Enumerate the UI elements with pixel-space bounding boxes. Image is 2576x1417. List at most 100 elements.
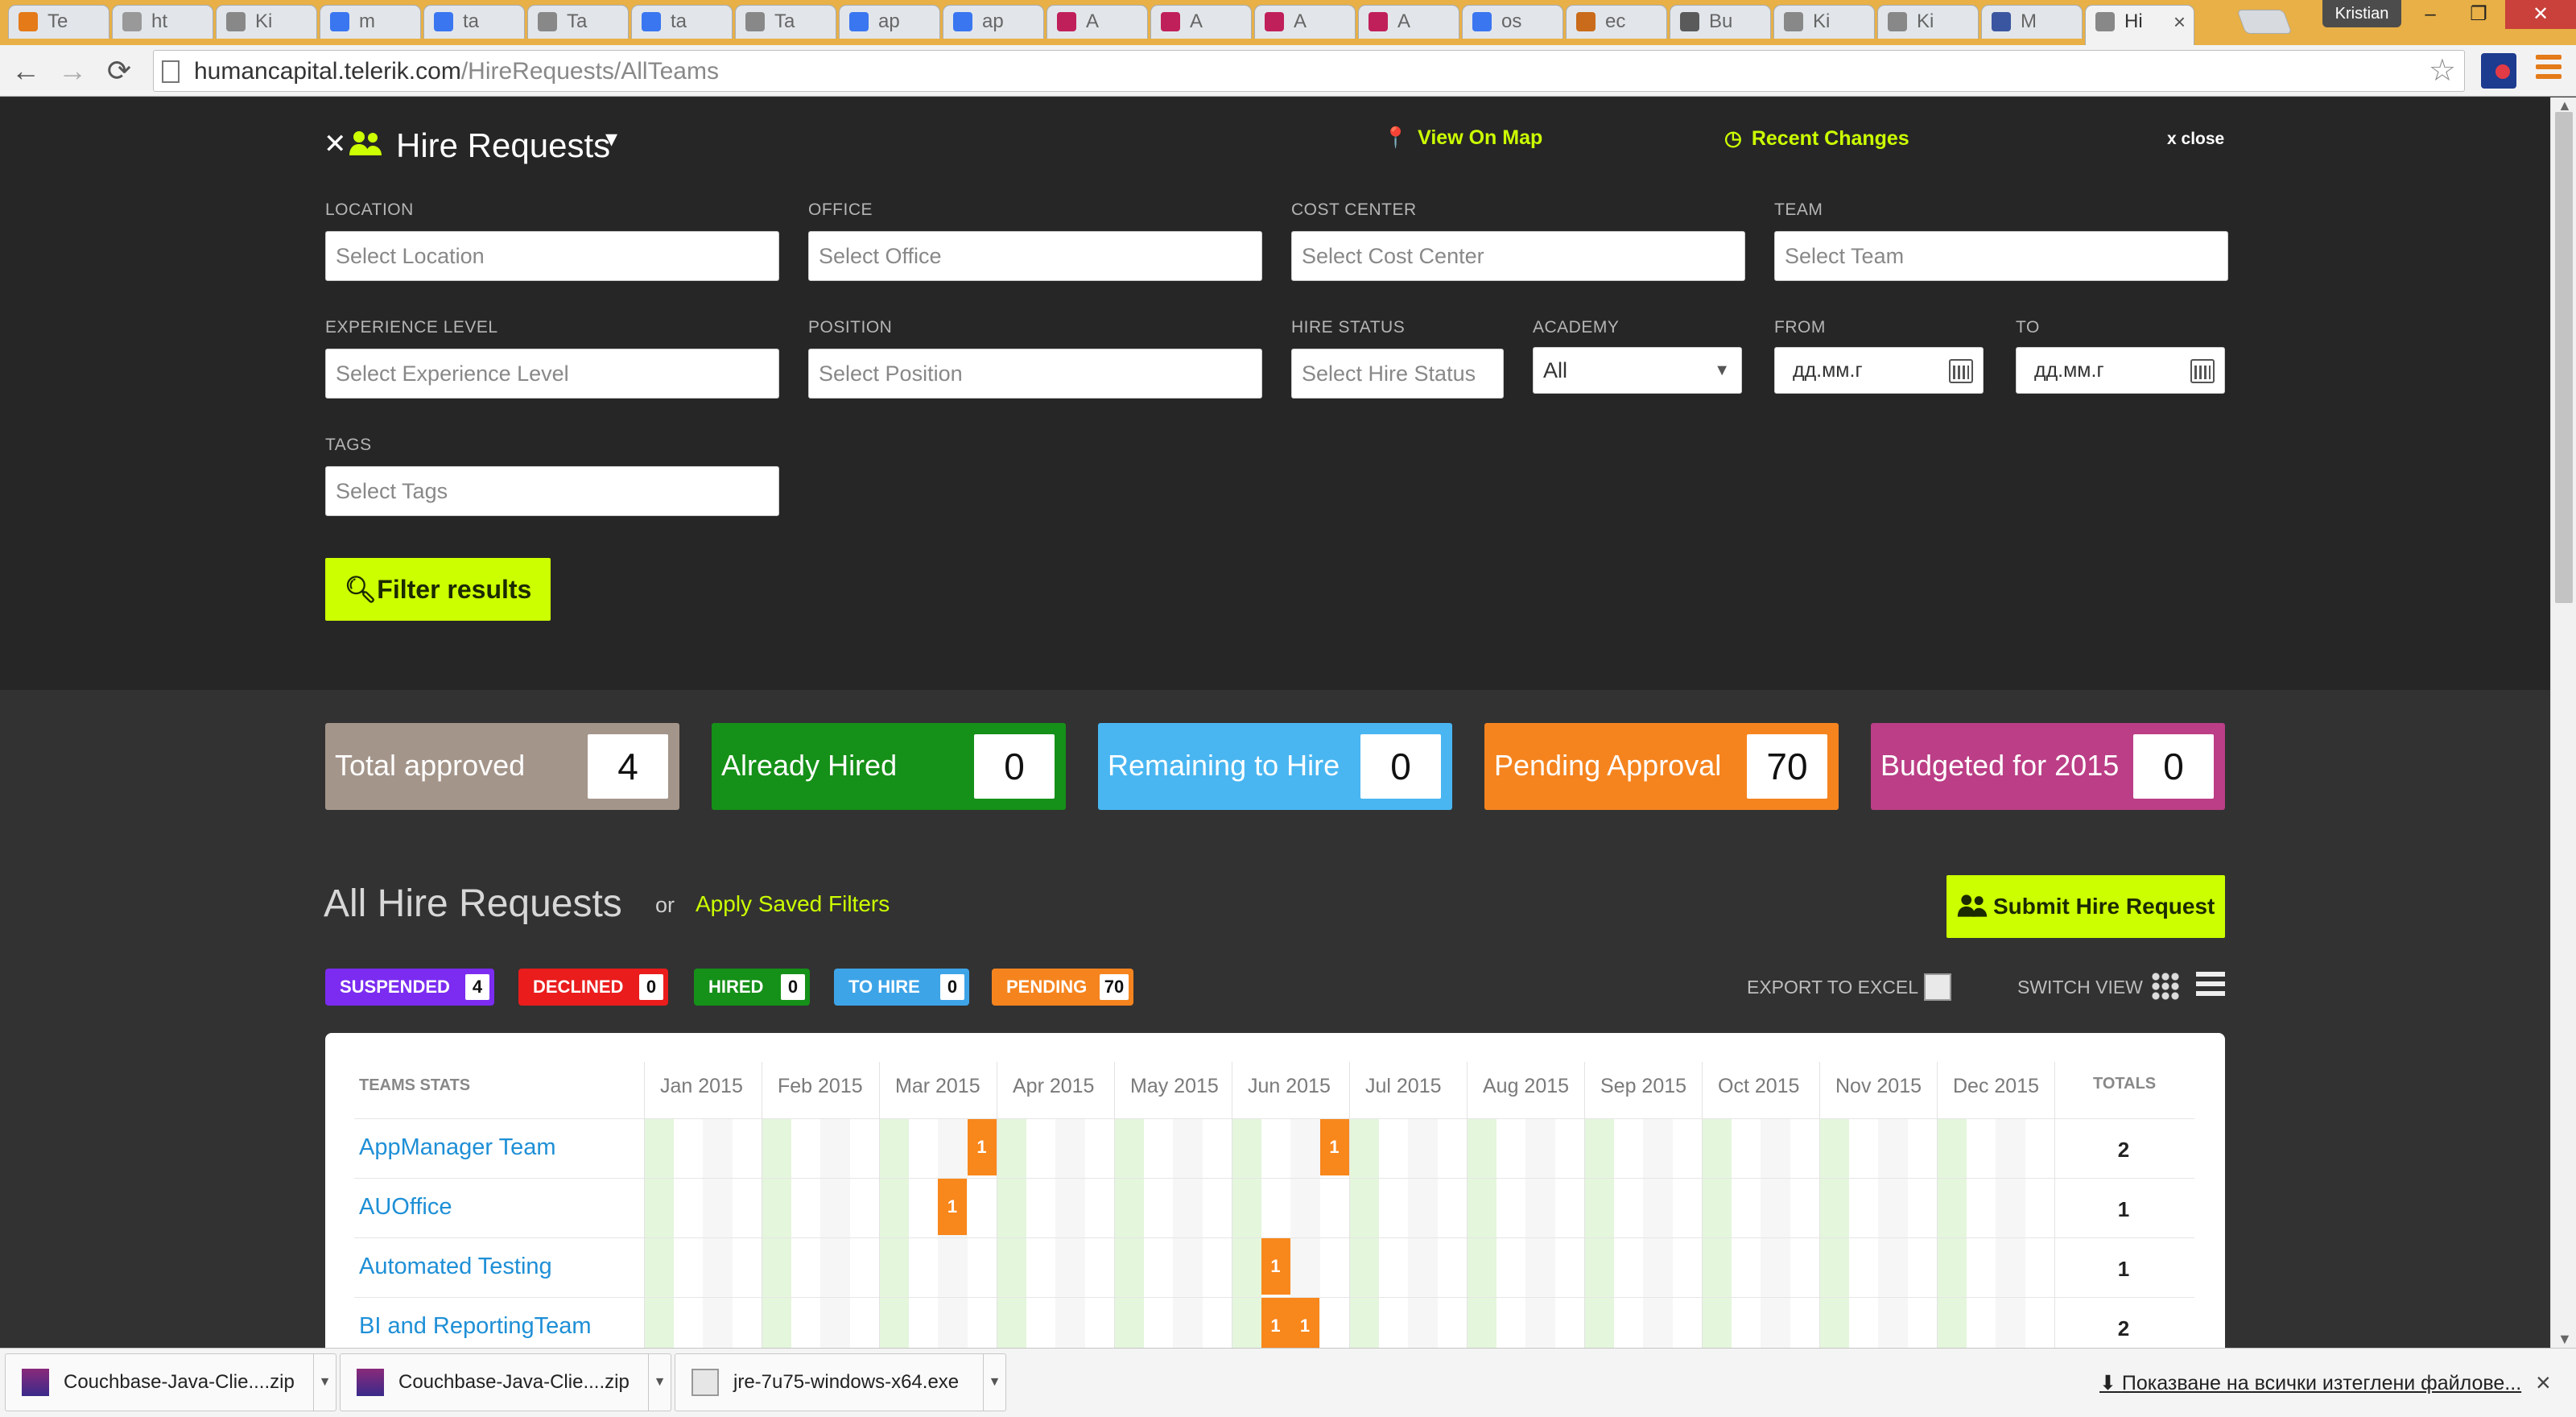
excel-icon[interactable] xyxy=(1924,973,1951,1001)
tags-select[interactable]: Select Tags xyxy=(325,466,779,516)
close-downloads-icon[interactable]: × xyxy=(2536,1368,2551,1398)
reload-button[interactable]: ⟳ xyxy=(101,53,137,89)
submit-hire-request-button[interactable]: Submit Hire Request xyxy=(1946,875,2225,938)
tab-title: A xyxy=(1086,10,1100,32)
minimize-button[interactable]: – xyxy=(2407,0,2454,29)
browser-tab[interactable]: A xyxy=(1046,5,1148,39)
tab-close-icon[interactable]: × xyxy=(2174,6,2186,38)
list-view-icon[interactable] xyxy=(2196,972,2225,1001)
browser-tab[interactable]: Te xyxy=(8,5,109,39)
position-select[interactable]: Select Position xyxy=(808,349,1262,399)
hire-request-marker[interactable]: 1 xyxy=(1290,1298,1319,1348)
browser-tab[interactable]: A xyxy=(1150,5,1252,39)
browser-tab[interactable]: Ki xyxy=(1877,5,1979,39)
from-date-input[interactable]: дд.мм.г xyxy=(1774,347,1984,394)
cost-center-select[interactable]: Select Cost Center xyxy=(1291,231,1745,281)
browser-tab[interactable]: Ta xyxy=(735,5,836,39)
address-bar[interactable]: humancapital.telerik.com/HireRequests/Al… xyxy=(153,50,2465,92)
hire-request-marker[interactable]: 1 xyxy=(1261,1238,1290,1295)
experience-select[interactable]: Select Experience Level xyxy=(325,349,779,399)
calendar-icon[interactable] xyxy=(2190,359,2215,383)
extension-icon[interactable] xyxy=(2481,53,2516,89)
browser-tab[interactable]: M xyxy=(1981,5,2083,39)
team-select[interactable]: Select Team xyxy=(1774,231,2228,281)
download-item[interactable]: jre-7u75-windows-x64.exe ▼ xyxy=(675,1353,1006,1411)
suspended-badge[interactable]: SUSPENDED 4 xyxy=(325,969,494,1006)
telerik-logo-icon: ✕ xyxy=(324,129,347,159)
browser-tab[interactable]: A xyxy=(1254,5,1356,39)
already-hired-card: Already Hired 0 xyxy=(712,723,1066,810)
download-item[interactable]: Couchbase-Java-Clie....zip ▼ xyxy=(340,1353,671,1411)
week-stripe xyxy=(1584,1118,1614,1348)
week-stripe xyxy=(820,1118,850,1348)
browser-tab[interactable]: A xyxy=(1358,5,1459,39)
team-link[interactable]: AppManager Team xyxy=(359,1134,556,1161)
download-item[interactable]: Couchbase-Java-Clie....zip ▼ xyxy=(5,1353,336,1411)
hired-badge[interactable]: HIRED 0 xyxy=(694,969,810,1006)
page-title[interactable]: Hire Requests xyxy=(396,126,610,165)
stat-label: Budgeted for 2015 xyxy=(1880,749,2120,782)
pending-badge[interactable]: PENDING 70 xyxy=(992,969,1133,1006)
browser-tab[interactable]: ta xyxy=(631,5,733,39)
browser-tab[interactable]: Ta xyxy=(527,5,629,39)
scroll-down-icon[interactable]: ▼ xyxy=(2557,1331,2572,1348)
badge-label: DECLINED xyxy=(533,977,624,997)
browser-tab[interactable]: ta xyxy=(423,5,525,39)
scroll-thumb[interactable] xyxy=(2555,112,2573,603)
maximize-button[interactable]: ❐ xyxy=(2455,0,2502,29)
browser-tab[interactable]: ap xyxy=(839,5,940,39)
declined-badge[interactable]: DECLINED 0 xyxy=(518,969,668,1006)
browser-tab[interactable]: os xyxy=(1462,5,1563,39)
show-all-downloads-link[interactable]: ⬇ Показване на всички изтеглени файлове.… xyxy=(2099,1371,2521,1395)
hire-request-marker[interactable]: 1 xyxy=(1261,1298,1290,1348)
grid-view-icon[interactable] xyxy=(2151,972,2180,1001)
title-dropdown-icon[interactable]: ▾ xyxy=(605,125,617,153)
hire-request-marker[interactable]: 1 xyxy=(967,1119,997,1175)
browser-tab[interactable]: m xyxy=(320,5,421,39)
hire-request-marker[interactable]: 1 xyxy=(938,1179,967,1235)
week-stripe xyxy=(1554,1118,1584,1348)
filter-results-button[interactable]: 🔍︎Filter results xyxy=(325,558,551,621)
apply-saved-filters-link[interactable]: Apply Saved Filters xyxy=(696,891,890,917)
stat-value: 0 xyxy=(974,734,1055,799)
team-link[interactable]: AUOffice xyxy=(359,1194,452,1221)
from-label: FROM xyxy=(1774,318,1826,337)
browser-menu-icon[interactable] xyxy=(2536,55,2562,85)
academy-select[interactable]: All ▼ xyxy=(1533,347,1742,394)
academy-label: ACADEMY xyxy=(1533,318,1620,337)
tab-favicon-icon xyxy=(1472,12,1492,31)
recent-changes-link[interactable]: ◷ Recent Changes xyxy=(1724,126,1909,151)
window-close-button[interactable]: ✕ xyxy=(2505,0,2576,29)
hire-status-select[interactable]: Select Hire Status xyxy=(1291,349,1504,399)
office-select[interactable]: Select Office xyxy=(808,231,1262,281)
browser-tab[interactable]: ec xyxy=(1566,5,1667,39)
chevron-down-icon[interactable]: ▼ xyxy=(313,1354,336,1411)
team-link[interactable]: Automated Testing xyxy=(359,1254,552,1280)
close-filters-link[interactable]: x close xyxy=(2167,130,2224,149)
export-to-excel-link[interactable]: EXPORT TO EXCEL xyxy=(1747,977,1918,998)
view-on-map-link[interactable]: 📍 View On Map xyxy=(1383,126,1542,150)
location-select[interactable]: Select Location xyxy=(325,231,779,281)
page-scrollbar[interactable]: ▲ ▼ xyxy=(2550,97,2576,1348)
team-link[interactable]: BI and ReportingTeam xyxy=(359,1313,592,1340)
browser-tab-active[interactable]: Hi × xyxy=(2085,5,2194,45)
to-date-input[interactable]: дд.мм.г xyxy=(2016,347,2225,394)
hire-request-marker[interactable]: 1 xyxy=(1319,1119,1349,1175)
month-header: Jan 2015 xyxy=(660,1075,743,1097)
browser-tab[interactable]: ap xyxy=(943,5,1044,39)
column-divider xyxy=(1349,1062,1350,1348)
to-hire-badge[interactable]: TO HIRE 0 xyxy=(834,969,969,1006)
bookmark-star-icon[interactable]: ☆ xyxy=(2429,52,2456,89)
forward-button[interactable]: → xyxy=(55,53,90,89)
calendar-icon[interactable] xyxy=(1949,359,1973,383)
browser-user-badge[interactable]: Kristian xyxy=(2322,0,2401,27)
chevron-down-icon[interactable]: ▼ xyxy=(648,1354,671,1411)
new-tab-button[interactable] xyxy=(2236,10,2293,34)
browser-tab[interactable]: Ki xyxy=(216,5,317,39)
browser-tab[interactable]: Ki xyxy=(1773,5,1875,39)
chevron-down-icon[interactable]: ▼ xyxy=(983,1354,1005,1411)
tab-favicon-icon xyxy=(2095,12,2115,31)
browser-tab[interactable]: Bu xyxy=(1670,5,1771,39)
browser-tab[interactable]: ht xyxy=(112,5,213,39)
back-button[interactable]: ← xyxy=(8,53,43,89)
